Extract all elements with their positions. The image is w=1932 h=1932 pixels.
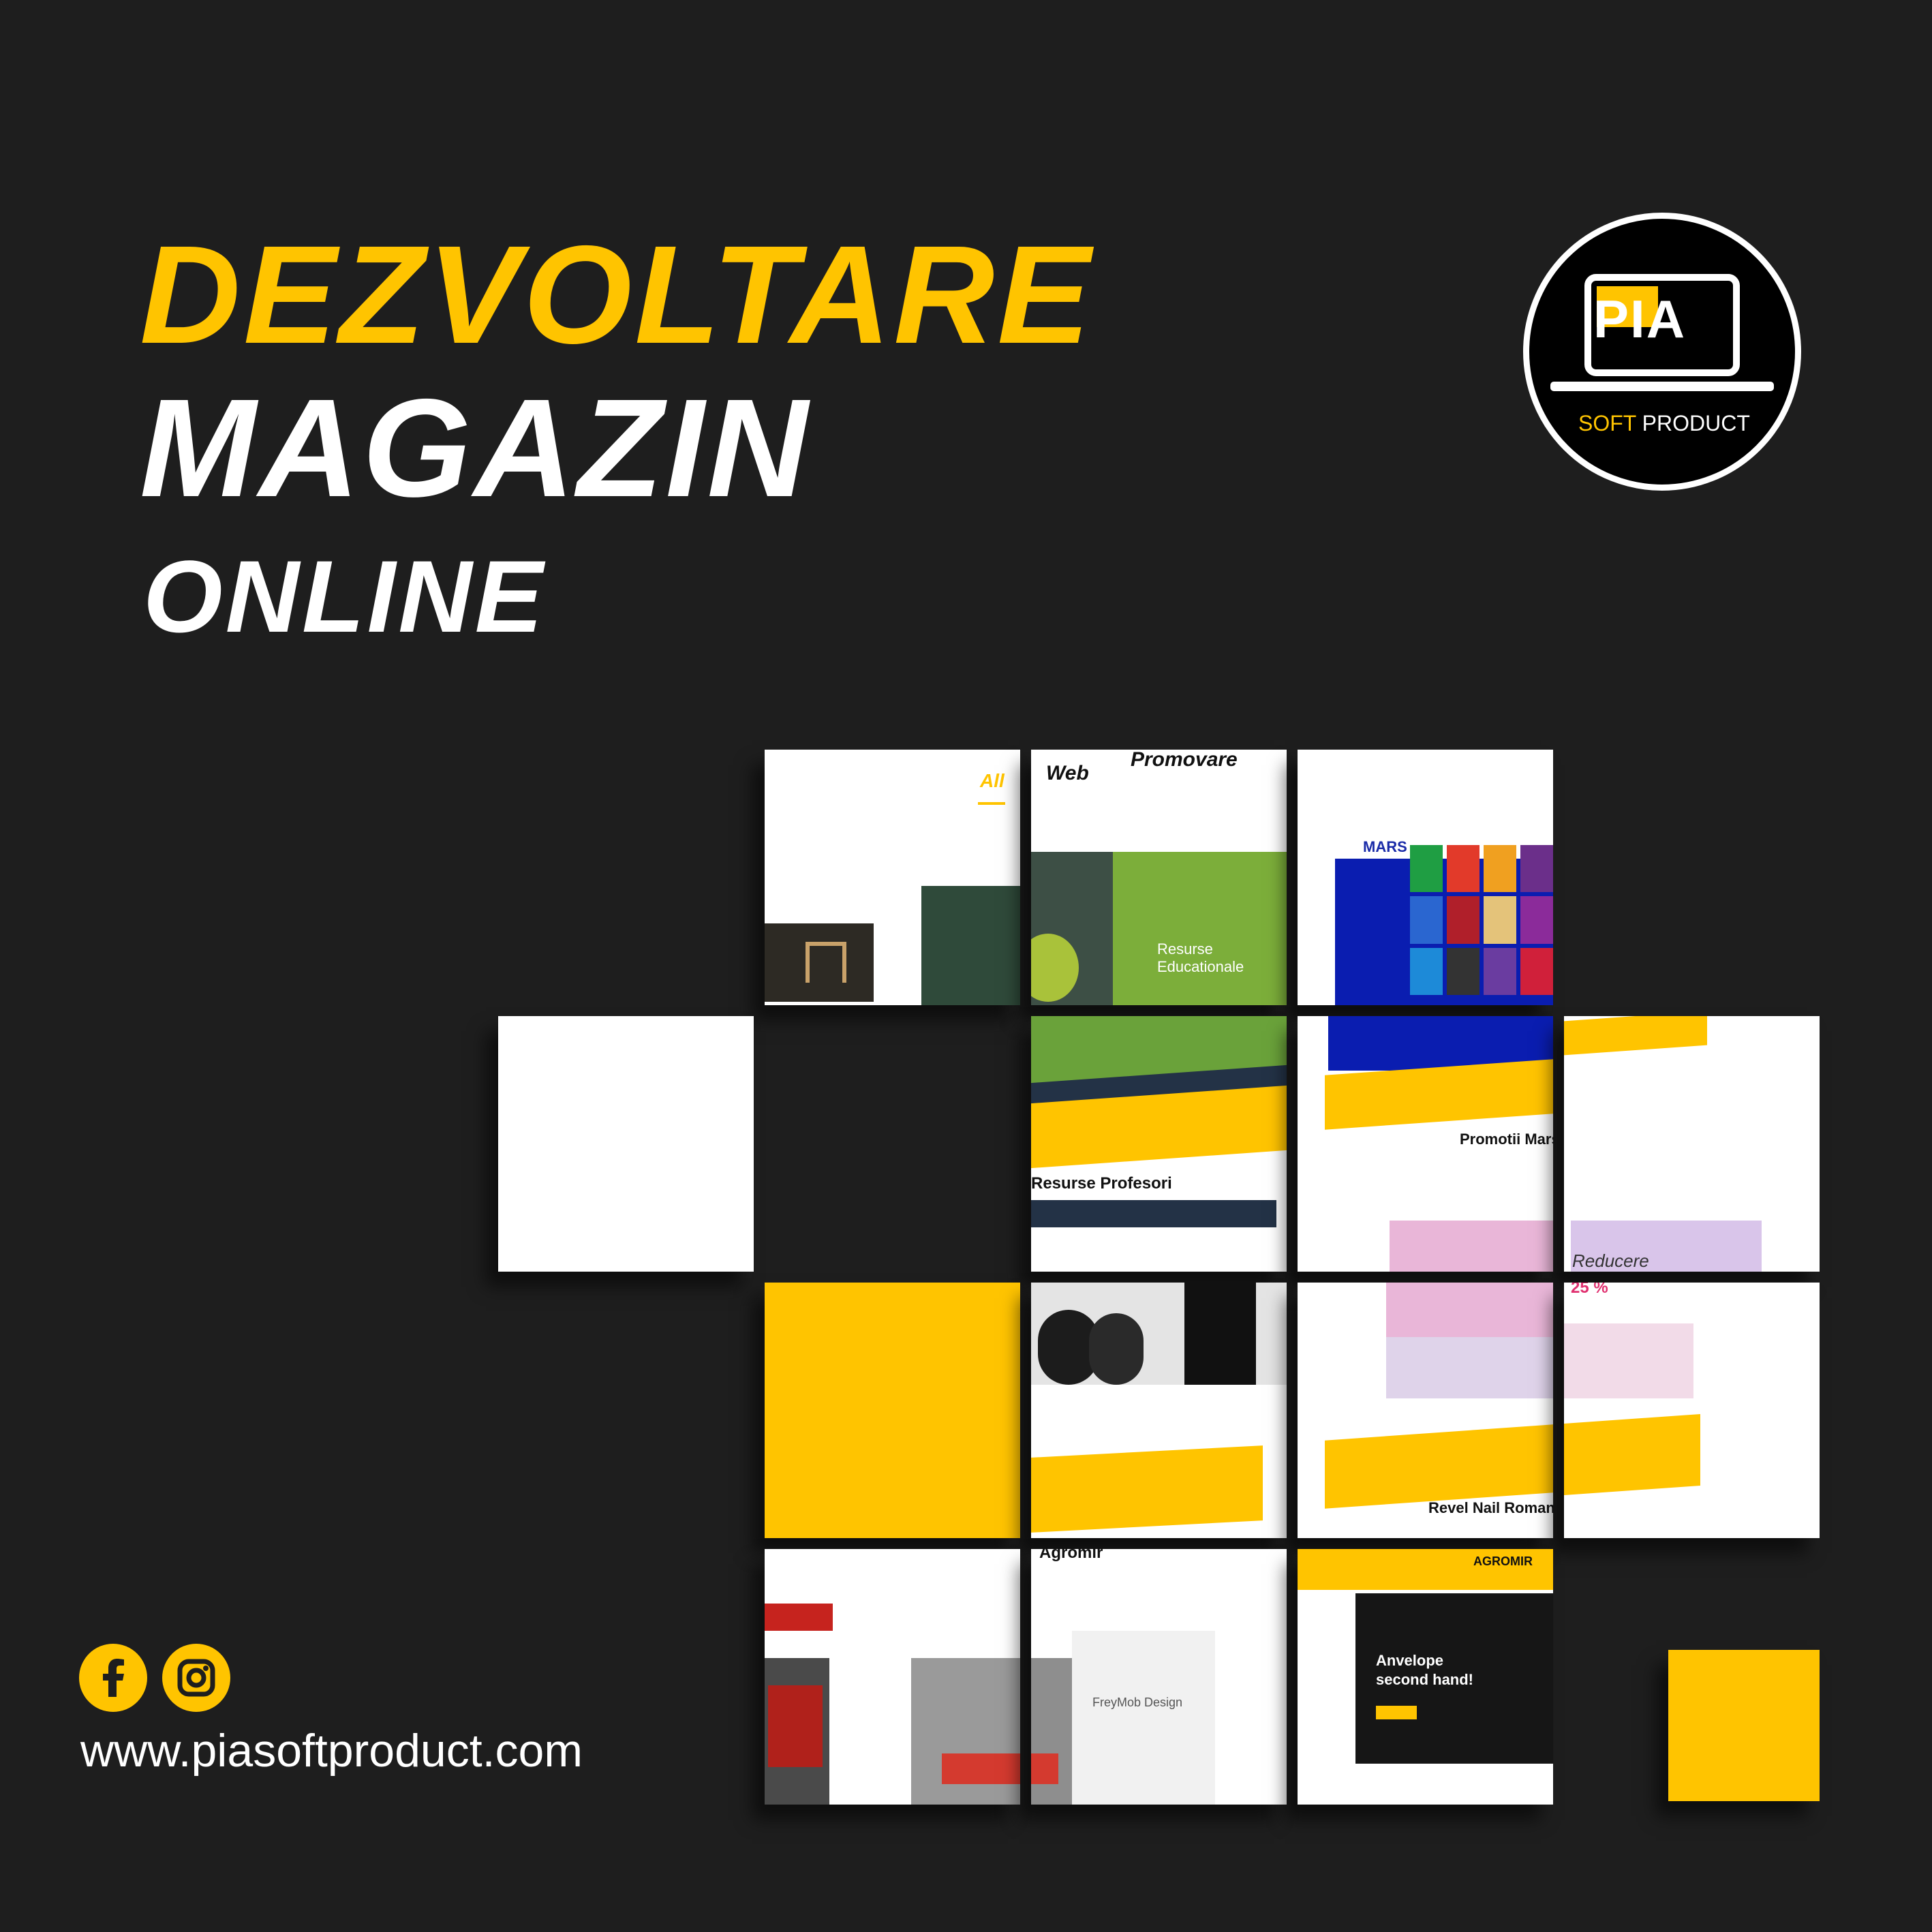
tile-r1c3: MARS	[1298, 750, 1553, 1005]
tile-r3c2	[1031, 1283, 1287, 1538]
logo-word-product: PRODUCT	[1642, 411, 1750, 435]
facebook-icon	[103, 1659, 124, 1697]
tile-r2c4: Reducere	[1564, 1016, 1820, 1272]
website-link[interactable]: www.piasoftproduct.com	[80, 1724, 583, 1777]
tile-r2c2: Resurse Profesori	[1031, 1016, 1287, 1272]
resurse-profesori: Resurse Profesori	[1031, 1174, 1172, 1193]
tab-all[interactable]: All	[980, 770, 1005, 792]
laptop-icon	[1550, 274, 1774, 391]
reducere-value: 25 %	[1571, 1283, 1608, 1297]
logo-mark: PIA	[1593, 289, 1687, 349]
revel-nail: Revel Nail Romania	[1428, 1499, 1553, 1516]
anvelope-title: Anvelope second hand!	[1376, 1652, 1474, 1688]
tile-r2c3: Promotii Mars	[1298, 1016, 1553, 1272]
headline-line-2: MAGAZIN	[140, 370, 811, 526]
tile-r2c0	[498, 1016, 754, 1272]
tile-r1c2: Web Promovare Resurse Educationale	[1031, 750, 1287, 1005]
tab-promovare[interactable]: Promovare	[1131, 750, 1238, 771]
brand-logo: PIA SOFT PRODUCT	[1523, 213, 1801, 491]
tile-r4c3: AGROMIR Anvelope second hand!	[1298, 1549, 1553, 1805]
tile-r1c1: All	[765, 750, 1020, 1005]
headline-line-3: ONLINE	[143, 539, 546, 654]
tile-r4c1	[765, 1549, 1020, 1805]
headline-line-1: DEZVOLTARE	[140, 217, 1094, 373]
logo-word-soft: SOFT	[1578, 411, 1636, 435]
reducere-label: Reducere	[1572, 1251, 1649, 1271]
resurse-title: Resurse Educationale	[1157, 940, 1244, 975]
instagram-icon	[177, 1659, 215, 1697]
mars-logo: MARS	[1363, 838, 1407, 855]
agromir-caption: Agromir	[1039, 1549, 1103, 1562]
tile-r4c2: Agromir FreyMob Design	[1031, 1549, 1287, 1805]
instagram-button[interactable]	[162, 1644, 230, 1712]
freymob-design: FreyMob Design	[1092, 1696, 1183, 1709]
tile-r3c3: Revel Nail Romania	[1298, 1283, 1553, 1538]
facebook-button[interactable]	[79, 1644, 147, 1712]
agromir-logo: AGROMIR	[1473, 1554, 1533, 1568]
tile-r3c4: 25 %	[1564, 1283, 1820, 1538]
tab-web[interactable]: Web	[1046, 762, 1089, 785]
tile-r3c1	[765, 1283, 1020, 1538]
promotii-mars: Promotii Mars	[1460, 1131, 1553, 1148]
accent-square	[1668, 1650, 1820, 1801]
